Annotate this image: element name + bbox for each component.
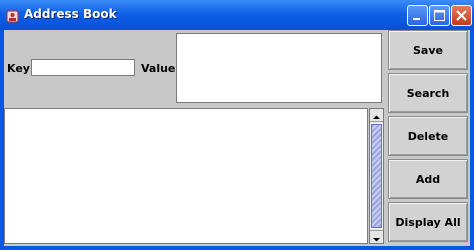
results-textarea[interactable] <box>4 108 368 244</box>
close-button[interactable] <box>451 5 472 26</box>
vertical-scrollbar[interactable] <box>369 108 384 244</box>
key-field[interactable] <box>31 59 135 76</box>
value-label: Value <box>141 62 176 75</box>
close-icon <box>456 10 467 21</box>
minimize-button[interactable] <box>407 5 428 26</box>
form-panel: Key Value <box>4 30 386 106</box>
maximize-icon <box>434 10 445 21</box>
minimize-icon <box>413 18 420 20</box>
window-title: Address Book <box>24 7 117 21</box>
search-button[interactable]: Search <box>388 73 468 113</box>
arrow-up-icon <box>373 115 380 119</box>
scroll-up-button[interactable] <box>370 109 383 122</box>
add-button[interactable]: Add <box>388 159 468 199</box>
value-textarea[interactable] <box>176 33 382 103</box>
key-label: Key <box>7 62 30 75</box>
title-bar[interactable]: Address Book <box>0 0 474 30</box>
maximize-button[interactable] <box>429 5 450 26</box>
button-column: Save Search Delete Add Display All <box>386 30 470 246</box>
address-book-icon <box>6 8 19 23</box>
arrow-down-icon <box>373 238 380 242</box>
scroll-thumb[interactable] <box>371 124 382 228</box>
display-all-button[interactable]: Display All <box>388 202 468 242</box>
scroll-down-button[interactable] <box>370 230 383 243</box>
save-button[interactable]: Save <box>388 30 468 70</box>
content-pane: Key Value Save Search Delete Add Display… <box>4 30 470 246</box>
delete-button[interactable]: Delete <box>388 116 468 156</box>
app-window: Address Book Key Value Save Search Delet… <box>0 0 474 250</box>
